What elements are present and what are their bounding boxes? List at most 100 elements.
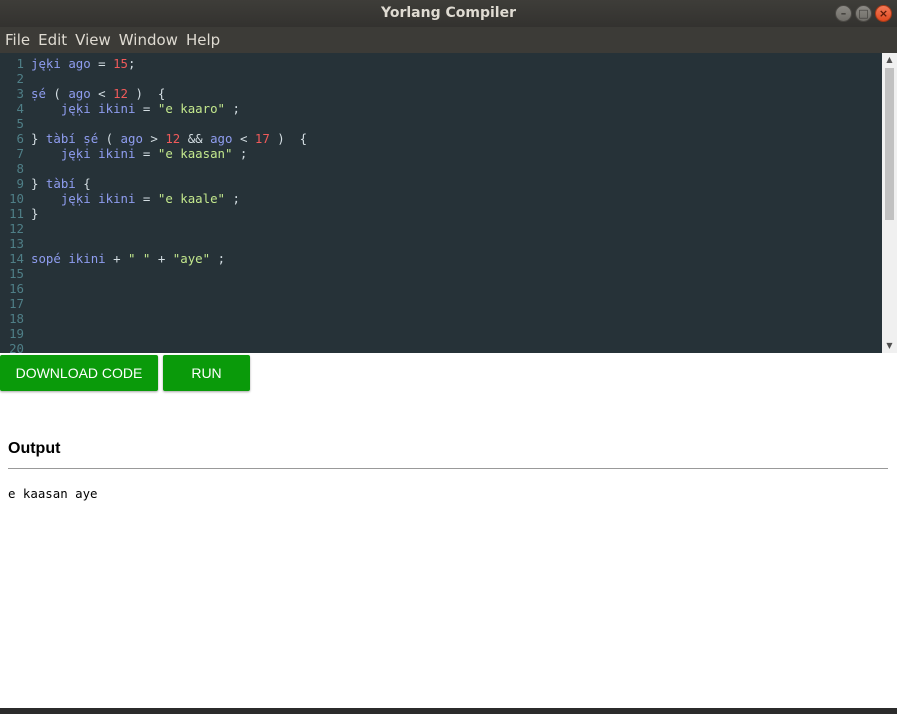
menu-window[interactable]: Window bbox=[118, 27, 185, 53]
code-line[interactable]: 11} bbox=[0, 206, 882, 221]
code-token: ; bbox=[225, 101, 240, 116]
line-number: 10 bbox=[9, 191, 24, 206]
close-icon[interactable]: × bbox=[875, 5, 892, 22]
code-line[interactable]: 20 bbox=[0, 341, 882, 353]
code-token: { bbox=[75, 176, 91, 191]
code-line[interactable]: 4 ję̣ki ikini = "e kaaro" ; bbox=[0, 101, 882, 116]
code-token: ṣé bbox=[31, 86, 46, 101]
code-token: "e kaaro" bbox=[157, 101, 225, 116]
download-code-button[interactable]: DOWNLOAD CODE bbox=[0, 355, 158, 391]
code-line[interactable]: 1 ję̣ki ago = 15; bbox=[0, 56, 882, 71]
menu-view[interactable]: View bbox=[74, 27, 118, 53]
code-token: = bbox=[135, 146, 158, 161]
code-line[interactable]: 16 bbox=[0, 281, 882, 296]
code-token: ; bbox=[128, 56, 136, 71]
output-heading: Output bbox=[8, 440, 61, 457]
code-line[interactable]: 5 bbox=[0, 116, 882, 131]
code-line[interactable]: 14 sopé ikini + " " + "aye" ; bbox=[0, 251, 882, 266]
code-text: ję̣ki ago = 15; bbox=[31, 56, 135, 71]
run-button[interactable]: RUN bbox=[163, 355, 250, 391]
code-line[interactable]: 2 bbox=[0, 71, 882, 86]
code-token: ję̣ki bbox=[60, 191, 91, 206]
line-number: 18 bbox=[9, 311, 24, 326]
editor-scrollbar[interactable]: ▲ ▼ bbox=[882, 53, 897, 353]
code-token: > bbox=[142, 131, 166, 146]
code-text: } tàbí { bbox=[31, 176, 91, 191]
code-token: sopé bbox=[31, 251, 61, 266]
menu-file[interactable]: File bbox=[4, 27, 37, 53]
code-line[interactable]: 9 } tàbí { bbox=[0, 176, 882, 191]
code-token: ikini bbox=[98, 146, 136, 161]
code-token: ikini bbox=[98, 101, 136, 116]
code-token: = bbox=[135, 191, 158, 206]
code-token: + bbox=[105, 251, 129, 266]
code-token: ago bbox=[210, 131, 233, 146]
code-token: ago bbox=[120, 131, 143, 146]
code-token: } bbox=[31, 176, 46, 191]
scroll-thumb[interactable] bbox=[885, 68, 894, 220]
code-token: "aye" bbox=[172, 251, 211, 266]
line-number: 8 bbox=[16, 161, 24, 176]
maximize-icon[interactable]: □ bbox=[855, 5, 872, 22]
window-title: Yorlang Compiler bbox=[381, 5, 516, 21]
code-token: ( bbox=[45, 86, 69, 101]
code-token: = bbox=[90, 56, 114, 71]
code-token: ) { bbox=[269, 131, 308, 146]
code-token: ję̣ki bbox=[60, 101, 91, 116]
line-number: 5 bbox=[16, 116, 24, 131]
line-number: 6 bbox=[16, 131, 24, 146]
code-line[interactable]: 6 } tàbí ṣé ( ago > 12 && ago < 17 ) { bbox=[0, 131, 882, 146]
code-token: 12 bbox=[165, 131, 181, 146]
line-number: 9 bbox=[16, 176, 24, 191]
code-text: } bbox=[31, 206, 38, 221]
menu-edit[interactable]: Edit bbox=[37, 27, 74, 53]
line-number: 13 bbox=[9, 236, 24, 251]
code-token: && bbox=[180, 131, 211, 146]
code-token: ago bbox=[68, 56, 91, 71]
code-text: ję̣ki ikini = "e kaaro" ; bbox=[31, 101, 240, 116]
code-text: ṣé ( ago < 12 ) { bbox=[31, 86, 165, 101]
line-number: 2 bbox=[16, 71, 24, 86]
line-number: 4 bbox=[16, 101, 24, 116]
code-text: ję̣ki ikini = "e kaale" ; bbox=[31, 191, 240, 206]
code-token: ; bbox=[232, 146, 248, 161]
line-number: 12 bbox=[9, 221, 24, 236]
code-token: ; bbox=[210, 251, 226, 266]
line-number: 11 bbox=[9, 206, 24, 221]
code-line[interactable]: 17 bbox=[0, 296, 882, 311]
code-token: + bbox=[150, 251, 173, 266]
code-line[interactable]: 8 bbox=[0, 161, 882, 176]
minimize-icon[interactable]: – bbox=[835, 5, 852, 22]
code-editor[interactable]: 1 ję̣ki ago = 15; 2 3 ṣé ( ago < 12 ) {4 ję̣… bbox=[0, 53, 897, 353]
code-line[interactable]: 13 bbox=[0, 236, 882, 251]
code-line[interactable]: 7 ję̣ki ikini = "e kaasan" ; bbox=[0, 146, 882, 161]
scroll-up-icon[interactable]: ▲ bbox=[882, 53, 897, 67]
code-token: " " bbox=[128, 251, 151, 266]
scroll-down-icon[interactable]: ▼ bbox=[882, 339, 897, 353]
output-text: e kaasan aye bbox=[8, 486, 98, 501]
line-number: 1 bbox=[16, 56, 24, 71]
line-number: 17 bbox=[9, 296, 24, 311]
code-text: } tàbí ṣé ( ago > 12 && ago < 17 ) { bbox=[31, 131, 307, 146]
window-controls: – □ × bbox=[835, 5, 892, 22]
code-line[interactable]: 18 bbox=[0, 311, 882, 326]
code-token: ję̣ki bbox=[60, 146, 91, 161]
code-token: = bbox=[135, 101, 158, 116]
code-line[interactable]: 10 ję̣ki ikini = "e kaale" ; bbox=[0, 191, 882, 206]
code-lines[interactable]: 1 ję̣ki ago = 15; 2 3 ṣé ( ago < 12 ) {4 ję̣… bbox=[0, 56, 882, 353]
line-number: 19 bbox=[9, 326, 24, 341]
code-line[interactable]: 19 bbox=[0, 326, 882, 341]
code-line[interactable]: 15 bbox=[0, 266, 882, 281]
code-line[interactable]: 12 bbox=[0, 221, 882, 236]
code-token: < bbox=[232, 131, 255, 146]
code-token: 12 bbox=[113, 86, 129, 101]
code-text: sopé ikini + " " + "aye" ; bbox=[31, 251, 225, 266]
code-line[interactable]: 3 ṣé ( ago < 12 ) { bbox=[0, 86, 882, 101]
line-number: 16 bbox=[9, 281, 24, 296]
line-number: 14 bbox=[9, 251, 24, 266]
code-token: ( bbox=[98, 131, 121, 146]
menu-help[interactable]: Help bbox=[185, 27, 227, 53]
bottom-edge bbox=[0, 708, 897, 714]
